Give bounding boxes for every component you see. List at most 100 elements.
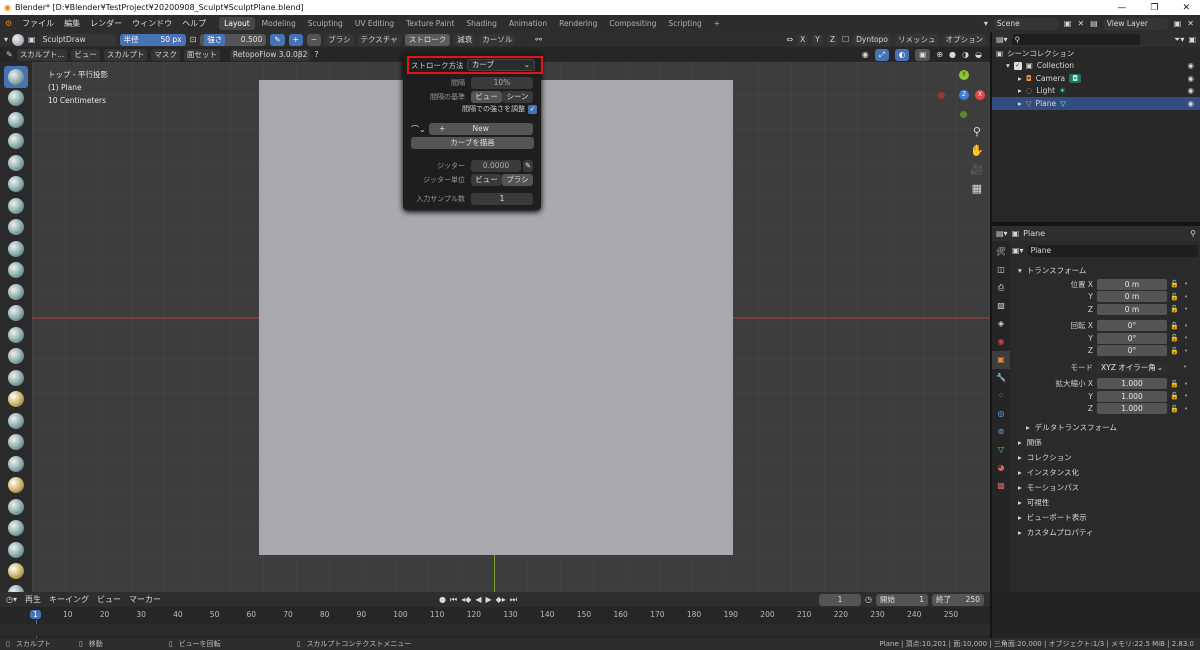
marker-menu[interactable]: マーカー <box>129 594 161 605</box>
eye-icon[interactable]: ◉ <box>1187 61 1200 70</box>
timeline-ruler[interactable]: 1 10 20 30 40 50 60 70 80 90 100 110 120 130 140 150 160… <box>0 608 990 638</box>
clay-strips-tool[interactable] <box>0 131 32 153</box>
scale-x-field[interactable]: 1.000 <box>1097 378 1167 390</box>
keyframe-dot-icon[interactable]: • <box>1184 305 1188 313</box>
outliner-item-camera[interactable]: ▸ ◘ Camera ◘ ◉ <box>992 72 1200 85</box>
crease-tool[interactable] <box>0 238 32 260</box>
blender-menu-icon[interactable]: ⚙ <box>0 19 17 28</box>
pan-hand-icon[interactable]: ✋ <box>970 141 984 160</box>
end-frame-field[interactable]: 終了 250 <box>932 593 984 606</box>
lock-icon[interactable]: 🔓 <box>1170 347 1180 355</box>
direction-subtract-button[interactable]: − <box>306 33 322 46</box>
object-tab-icon[interactable]: ▣ <box>992 351 1010 369</box>
brush-preview-icon[interactable] <box>12 33 25 46</box>
rotation-mode-dropdown[interactable]: XYZ オイラー角 ⌄ <box>1097 361 1167 373</box>
menu-view[interactable]: ビュー <box>71 48 100 61</box>
expand-chevron-icon[interactable]: ▸ <box>1018 99 1022 108</box>
keyframe-dot-icon[interactable]: • <box>1184 293 1188 301</box>
brush-menu[interactable]: ブラシ <box>325 33 354 46</box>
keyframe-dot-icon[interactable]: • <box>1184 392 1188 400</box>
data-tab-icon[interactable]: ▽ <box>992 441 1010 459</box>
clay-thumb-tool[interactable] <box>0 152 32 174</box>
world-tab-icon[interactable]: ◉ <box>992 333 1010 351</box>
spacing-field[interactable]: 10% <box>471 77 533 89</box>
lock-icon[interactable]: 🔓 <box>1170 280 1180 288</box>
stroke-method-dropdown[interactable]: カーブ ⌄ <box>467 59 535 71</box>
texture-tab-icon[interactable]: ▩ <box>992 477 1010 495</box>
xray-toggle-icon[interactable]: ▣ <box>915 48 931 61</box>
texture-menu[interactable]: テクスチャ <box>357 33 401 46</box>
curve-browse-icon[interactable]: ⌒⌄ <box>411 124 426 135</box>
gizmo-toggle-icon[interactable]: ⤢ <box>874 48 889 61</box>
minimize-button[interactable]: — <box>1117 3 1126 13</box>
spacing-scene-button[interactable]: シーン <box>502 91 533 103</box>
keyframe-dot-icon[interactable]: • <box>1184 334 1188 342</box>
draw-sharp-tool[interactable] <box>0 88 32 110</box>
keyframe-dot-icon[interactable]: • <box>1184 322 1188 330</box>
constraints-tab-icon[interactable]: ⊚ <box>992 423 1010 441</box>
jump-end-icon[interactable]: ⏭ <box>510 595 517 605</box>
next-keyframe-icon[interactable]: ◆▸ <box>496 595 506 604</box>
falloff-menu[interactable]: 減衰 <box>454 33 476 46</box>
view-layer-tab-icon[interactable]: ▧ <box>992 297 1010 315</box>
prev-keyframe-icon[interactable]: ◂◆ <box>461 595 471 604</box>
tab-animation[interactable]: Animation <box>504 17 552 30</box>
pen-pressure-icon[interactable]: ⊡ <box>190 35 197 44</box>
input-samples-field[interactable]: 1 <box>471 193 533 205</box>
delta-transform-section[interactable]: ▸ デルタトランスフォーム <box>1012 420 1198 435</box>
lock-icon[interactable]: 🔓 <box>1170 305 1180 313</box>
properties-editor-icon[interactable]: ▤▾ <box>996 229 1008 238</box>
outliner-item-light[interactable]: ▸ ◌ Light ☀ ◉ <box>992 85 1200 98</box>
gizmo-neg-y-icon[interactable] <box>960 111 967 118</box>
visibility-icon[interactable]: ◉ <box>862 50 869 59</box>
modifier-tab-icon[interactable]: 🔧 <box>992 369 1010 387</box>
tab-layout[interactable]: Layout <box>219 17 255 30</box>
keying-menu[interactable]: キーイング <box>49 594 89 605</box>
help-icon[interactable]: ? <box>314 50 318 59</box>
mode-selector[interactable]: スカルプト... <box>16 48 68 61</box>
delete-view-layer-icon[interactable]: ✕ <box>1187 19 1194 28</box>
new-curve-button[interactable]: + New <box>428 123 533 135</box>
visibility-section[interactable]: ▸ 可視性 <box>1012 495 1198 510</box>
add-workspace-button[interactable]: + <box>709 17 725 30</box>
play-icon[interactable]: ▶ <box>486 595 492 604</box>
strength-field[interactable]: 強さ 0.500 <box>200 33 267 46</box>
cursor-menu[interactable]: カーソル <box>479 33 516 46</box>
spacing-view-button[interactable]: ビュー <box>471 91 502 103</box>
ortho-grid-icon[interactable]: ▦ <box>970 179 984 198</box>
strength-pressure-icon[interactable]: ✎ <box>270 33 285 46</box>
play-reverse-icon[interactable]: ◀ <box>475 595 481 604</box>
panel-divider[interactable] <box>990 32 992 638</box>
location-x-field[interactable]: 0 m <box>1097 278 1167 290</box>
menu-face-sets[interactable]: 面セット <box>183 48 220 61</box>
mask-tool[interactable] <box>0 561 32 583</box>
navigation-gizmo[interactable]: Y Z X <box>927 68 987 128</box>
light-data-icon[interactable]: ☀ <box>1059 86 1066 95</box>
close-button[interactable]: ✕ <box>1182 3 1190 13</box>
viewport-display-section[interactable]: ▸ ビューポート表示 <box>1012 510 1198 525</box>
remesh-menu[interactable]: リメッシュ <box>895 33 939 46</box>
tab-compositing[interactable]: Compositing <box>604 17 661 30</box>
relations-section[interactable]: ▸ 関係 <box>1012 435 1198 450</box>
mirror-z-toggle[interactable]: Z <box>826 33 838 46</box>
jitter-pressure-icon[interactable]: ✎ <box>523 160 533 172</box>
maximize-button[interactable]: ❐ <box>1150 3 1158 13</box>
grab-tool[interactable] <box>0 389 32 411</box>
material-shading-icon[interactable]: ◑ <box>962 50 969 59</box>
physics-tab-icon[interactable]: ◎ <box>992 405 1010 423</box>
tab-rendering[interactable]: Rendering <box>554 17 602 30</box>
editor-type-icon[interactable]: ▾ <box>4 35 8 44</box>
output-tab-icon[interactable]: ⎙ <box>992 279 1010 297</box>
pose-tool[interactable] <box>0 475 32 497</box>
scale-y-field[interactable]: 1.000 <box>1097 390 1167 402</box>
nudge-tool[interactable] <box>0 496 32 518</box>
delete-scene-icon[interactable]: ✕ <box>1077 19 1084 28</box>
material-tab-icon[interactable]: ◕ <box>992 459 1010 477</box>
tab-uv-editing[interactable]: UV Editing <box>350 17 399 30</box>
mesh-data-icon[interactable]: ▽ <box>1060 99 1066 108</box>
object-name-field[interactable]: Plane <box>1027 244 1198 257</box>
rotation-z-field[interactable]: 0° <box>1097 345 1167 357</box>
menu-help[interactable]: ヘルプ <box>177 18 211 29</box>
smooth-tool[interactable] <box>0 260 32 282</box>
thumb-tool[interactable] <box>0 453 32 475</box>
